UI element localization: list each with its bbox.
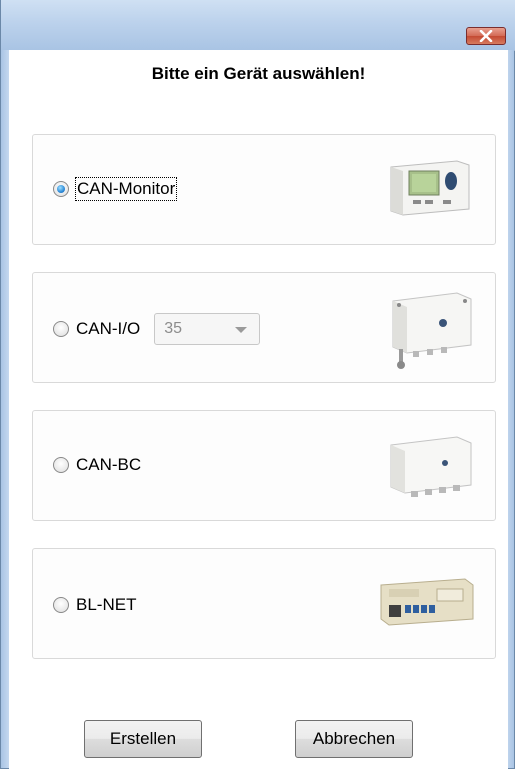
- dialog-window: Bitte ein Gerät auswählen! CAN-Monitor C…: [0, 0, 515, 769]
- radio-can-monitor[interactable]: CAN-Monitor: [53, 177, 178, 201]
- can-io-device-image: [392, 292, 472, 369]
- device-group-can-bc: CAN-BC: [32, 410, 496, 521]
- can-bc-device-image: [390, 436, 472, 497]
- create-button[interactable]: Erstellen: [84, 720, 202, 758]
- combo-value: 35: [164, 320, 183, 337]
- radio-bl-net[interactable]: BL-NET: [53, 594, 136, 616]
- cancel-button[interactable]: Abbrechen: [295, 720, 413, 758]
- device-group-can-io: CAN-I/O 35: [32, 272, 496, 383]
- radio-label-can-bc[interactable]: CAN-BC: [76, 454, 141, 476]
- chevron-down-icon: [235, 327, 248, 333]
- dialog-heading: Bitte ein Gerät auswählen!: [151, 64, 366, 83]
- radio-label-bl-net[interactable]: BL-NET: [76, 594, 136, 616]
- radio-can-bc[interactable]: CAN-BC: [53, 454, 141, 476]
- can-monitor-device-image: [390, 160, 470, 216]
- radio-button-icon[interactable]: [53, 457, 69, 473]
- device-group-can-monitor: CAN-Monitor: [32, 134, 496, 245]
- radio-button-icon[interactable]: [53, 597, 69, 613]
- can-io-node-select[interactable]: 35: [154, 313, 261, 345]
- radio-label-can-monitor[interactable]: CAN-Monitor: [74, 177, 178, 201]
- dialog-content: Bitte ein Gerät auswählen! CAN-Monitor C…: [9, 50, 508, 769]
- window-border-left: [1, 50, 9, 768]
- radio-can-io[interactable]: CAN-I/O 35: [53, 313, 261, 345]
- close-button[interactable]: [466, 27, 506, 45]
- bl-net-device-image: [380, 578, 474, 626]
- close-x-icon: [479, 30, 493, 42]
- radio-button-icon[interactable]: [53, 181, 69, 197]
- radio-label-can-io[interactable]: CAN-I/O: [76, 318, 140, 340]
- radio-button-icon[interactable]: [53, 321, 69, 337]
- title-bar: [1, 0, 515, 51]
- device-group-bl-net: BL-NET: [32, 548, 496, 659]
